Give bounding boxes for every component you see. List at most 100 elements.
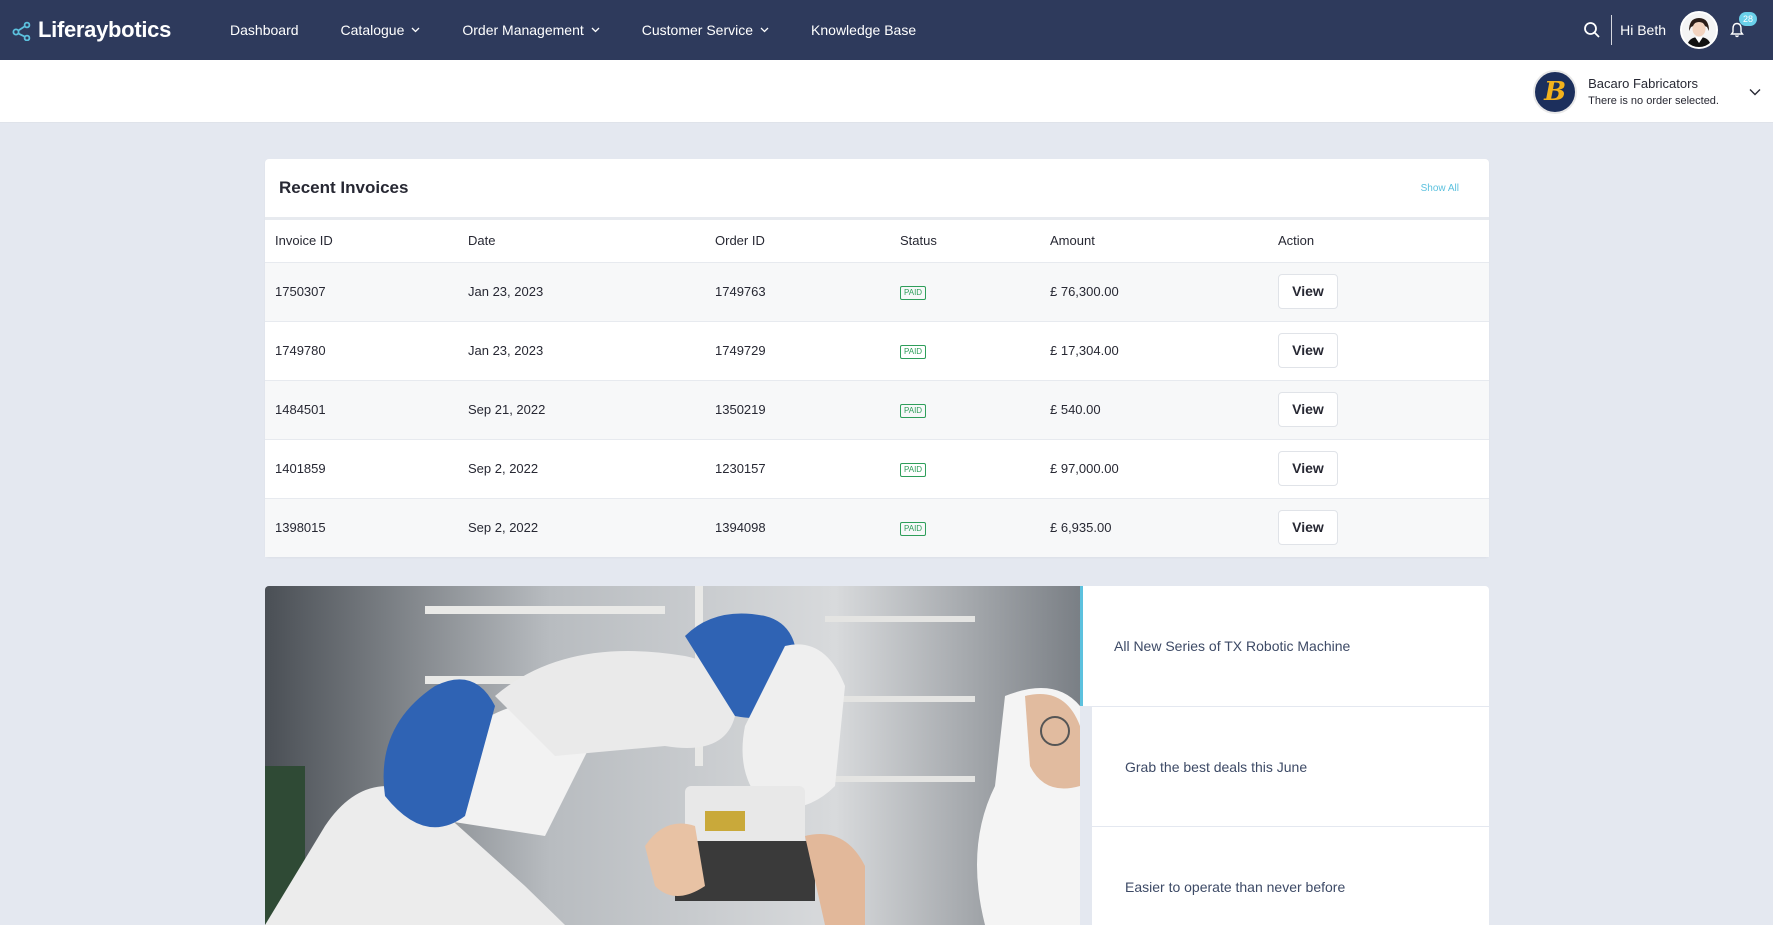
status-badge: PAID: [900, 404, 927, 418]
status-cell: PAID: [900, 380, 1050, 440]
column-header-invoice-id: Invoice ID: [265, 220, 468, 263]
notifications-button[interactable]: 28: [1730, 12, 1757, 42]
nav-item-catalogue[interactable]: Catalogue: [341, 22, 421, 38]
column-header-amount: Amount: [1050, 220, 1278, 263]
nav-item-label: Catalogue: [340, 22, 405, 38]
chevron-down-icon: [760, 27, 769, 33]
order-id-cell: 1749763: [715, 262, 900, 322]
invoice-id-cell: 1750307: [265, 262, 468, 322]
table-row: 1484501 Sep 21, 2022 1350219 PAID £ 540.…: [265, 380, 1489, 440]
view-button[interactable]: View: [1278, 392, 1338, 427]
column-header-order-id: Order ID: [715, 220, 900, 263]
nav-item-customer-service[interactable]: Customer Service: [642, 22, 769, 38]
nav-item-label: Dashboard: [230, 22, 299, 38]
status-badge: PAID: [900, 463, 927, 477]
table-row: 1398015 Sep 2, 2022 1394098 PAID £ 6,935…: [265, 498, 1489, 557]
avatar[interactable]: [1680, 11, 1718, 49]
order-id-cell: 1394098: [715, 498, 900, 557]
top-navigation-bar: Liferaybotics Dashboard Catalogue Order …: [0, 0, 1773, 60]
status-cell: PAID: [900, 262, 1050, 322]
show-all-link[interactable]: Show All: [1421, 183, 1459, 194]
promo-item-june-deals[interactable]: Grab the best deals this June: [1092, 706, 1489, 826]
card-header: Recent Invoices Show All: [265, 159, 1489, 220]
promo-item-label: All New Series of TX Robotic Machine: [1114, 638, 1351, 654]
invoices-table: Invoice ID Date Order ID Status Amount A…: [265, 220, 1489, 557]
recent-invoices-card: Recent Invoices Show All Invoice ID Date…: [265, 159, 1489, 557]
amount-cell: £ 540.00: [1050, 380, 1278, 440]
table-row: 1749780 Jan 23, 2023 1749729 PAID £ 17,3…: [265, 321, 1489, 381]
invoice-id-cell: 1484501: [265, 380, 468, 440]
amount-cell: £ 17,304.00: [1050, 321, 1278, 381]
action-cell: View: [1278, 321, 1489, 381]
date-cell: Sep 2, 2022: [468, 439, 715, 499]
table-row: 1401859 Sep 2, 2022 1230157 PAID £ 97,00…: [265, 439, 1489, 499]
nav-item-label: Knowledge Base: [811, 22, 917, 38]
robotic-arm-image: [265, 586, 1080, 925]
brand-name: Liferaybotics: [38, 17, 172, 42]
view-button[interactable]: View: [1278, 274, 1338, 309]
header-divider: [1611, 15, 1613, 45]
amount-cell: £ 76,300.00: [1050, 262, 1278, 322]
action-cell: View: [1278, 262, 1489, 322]
robotic-arm-illustration: [265, 586, 1080, 925]
order-id-cell: 1749729: [715, 321, 900, 381]
nav-item-knowledge-base[interactable]: Knowledge Base: [811, 22, 916, 38]
view-button[interactable]: View: [1278, 510, 1338, 546]
main-nav: Dashboard Catalogue Order Management Cus…: [230, 0, 958, 60]
nav-item-label: Customer Service: [641, 22, 754, 38]
date-cell: Sep 2, 2022: [468, 498, 715, 557]
amount-cell: £ 6,935.00: [1050, 498, 1278, 557]
nav-item-order-management[interactable]: Order Management: [462, 22, 600, 38]
date-cell: Sep 21, 2022: [468, 380, 715, 440]
promo-item-tx-robotic-machine[interactable]: All New Series of TX Robotic Machine: [1080, 586, 1489, 706]
table-row: 1750307 Jan 23, 2023 1749763 PAID £ 76,3…: [265, 262, 1489, 322]
column-header-action: Action: [1278, 220, 1489, 263]
status-badge: PAID: [900, 286, 927, 300]
account-selector[interactable]: B Bacaro Fabricators There is no order s…: [1533, 60, 1773, 123]
account-logo-letter: B: [1544, 76, 1567, 107]
brand-logo[interactable]: Liferaybotics: [12, 0, 171, 60]
date-cell: Jan 23, 2023: [468, 321, 715, 381]
account-name: Bacaro Fabricators: [1588, 76, 1698, 91]
status-badge: PAID: [900, 522, 927, 537]
invoice-id-cell: 1749780: [265, 321, 468, 381]
account-logo: B: [1533, 69, 1578, 114]
invoice-id-cell: 1401859: [265, 439, 468, 499]
account-selector-bar: B Bacaro Fabricators There is no order s…: [0, 60, 1773, 123]
promo-item-easier-to-operate[interactable]: Easier to operate than never before: [1092, 826, 1489, 925]
status-cell: PAID: [900, 321, 1050, 381]
nav-item-label: Order Management: [462, 22, 584, 38]
table-header-row: Invoice ID Date Order ID Status Amount A…: [265, 220, 1489, 263]
search-icon[interactable]: [1583, 21, 1601, 39]
chevron-down-icon: [411, 27, 420, 33]
chevron-down-icon: [591, 27, 600, 33]
nav-item-dashboard[interactable]: Dashboard: [230, 22, 299, 38]
user-area: Hi Beth 28: [1583, 0, 1773, 60]
order-id-cell: 1230157: [715, 439, 900, 499]
promo-list: All New Series of TX Robotic Machine Gra…: [1080, 586, 1489, 925]
user-portrait-icon: [1682, 13, 1716, 47]
status-badge: PAID: [900, 345, 927, 359]
promo-carousel: All New Series of TX Robotic Machine Gra…: [265, 586, 1489, 925]
action-cell: View: [1278, 439, 1489, 499]
invoice-id-cell: 1398015: [265, 498, 468, 557]
column-header-status: Status: [900, 220, 1050, 263]
amount-cell: £ 97,000.00: [1050, 439, 1278, 499]
status-cell: PAID: [900, 439, 1050, 499]
view-button[interactable]: View: [1278, 333, 1338, 368]
date-cell: Jan 23, 2023: [468, 262, 715, 322]
share-nodes-icon: [12, 21, 31, 41]
action-cell: View: [1278, 498, 1489, 557]
notification-badge: 28: [1739, 12, 1757, 26]
order-id-cell: 1350219: [715, 380, 900, 440]
promo-item-label: Easier to operate than never before: [1125, 878, 1346, 895]
promo-item-label: Grab the best deals this June: [1125, 758, 1308, 775]
view-button[interactable]: View: [1278, 451, 1338, 486]
column-header-date: Date: [468, 220, 715, 263]
user-greeting: Hi Beth: [1620, 22, 1666, 38]
order-status-text: There is no order selected.: [1588, 95, 1719, 107]
chevron-down-icon: [1749, 88, 1761, 95]
status-cell: PAID: [900, 498, 1050, 557]
card-title: Recent Invoices: [279, 178, 409, 197]
account-info: Bacaro Fabricators There is no order sel…: [1588, 76, 1719, 107]
